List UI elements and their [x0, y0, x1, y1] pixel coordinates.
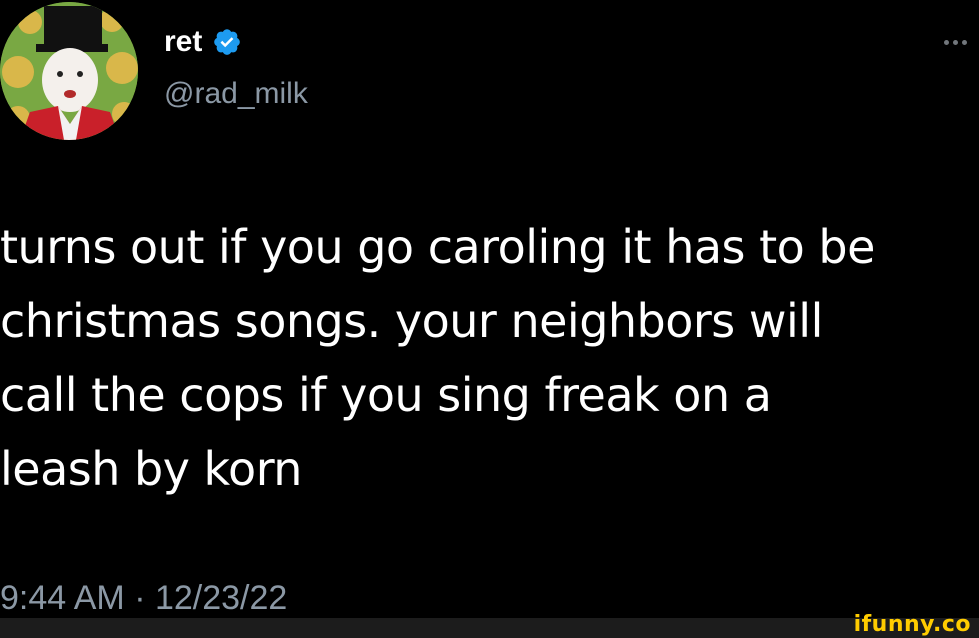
avatar-image — [0, 2, 138, 140]
tweet-timestamp[interactable]: 9:44 AM · 12/23/22 — [0, 578, 287, 618]
verified-badge-icon — [212, 27, 242, 57]
display-name[interactable]: ret — [164, 24, 242, 60]
dot — [952, 39, 958, 45]
dot — [961, 39, 967, 45]
watermark-logo: ifunny.co — [853, 612, 971, 637]
user-handle[interactable]: @rad_milk — [164, 76, 308, 112]
tweet-text: turns out if you go caroling it has to b… — [0, 220, 875, 496]
footer-bar — [0, 618, 979, 638]
avatar[interactable] — [0, 2, 138, 140]
dot — [943, 39, 949, 45]
display-name-text: ret — [164, 25, 203, 58]
more-options-icon[interactable] — [935, 30, 975, 54]
